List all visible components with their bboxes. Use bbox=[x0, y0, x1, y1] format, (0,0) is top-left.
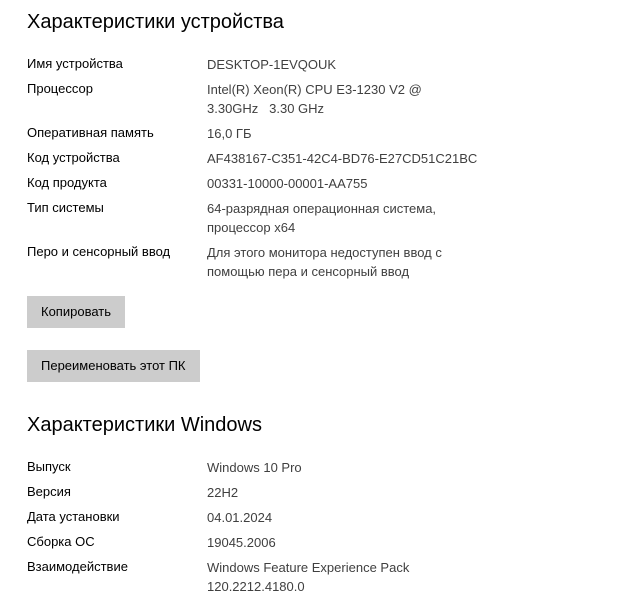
product-id-label: Код продукта bbox=[27, 175, 107, 190]
pen-touch-value: Для этого монитора недоступен ввод с пом… bbox=[207, 243, 507, 281]
device-name-label: Имя устройства bbox=[27, 56, 123, 71]
install-date-value-line: 04.01.2024 bbox=[207, 510, 273, 525]
os-build-value-line: 19045.2006 bbox=[207, 535, 276, 550]
system-type-label: Тип системы bbox=[27, 200, 104, 215]
version-value-line: 22H2 bbox=[207, 485, 239, 500]
ram-value-line: 16,0 ГБ bbox=[207, 126, 252, 141]
experience-value-line-2: 120.2212.4180.0 bbox=[207, 579, 305, 594]
system-type-value: 64-разрядная операционная система, проце… bbox=[207, 199, 507, 237]
rename-pc-button[interactable]: Переименовать этот ПК bbox=[27, 350, 200, 382]
copy-button[interactable]: Копировать bbox=[27, 296, 125, 328]
product-id-value-line: 00331-10000-00001-AA755 bbox=[207, 176, 368, 191]
version-value: 22H2 bbox=[207, 483, 507, 502]
os-build-value: 19045.2006 bbox=[207, 533, 507, 552]
device-specs-title: Характеристики устройства bbox=[27, 11, 284, 33]
processor-value-line-2: 3.30GHz 3.30 GHz bbox=[207, 101, 325, 116]
version-label: Версия bbox=[27, 484, 71, 499]
device-id-value-line: AF438167-C351-42C4-BD76-E27CD51C21BC bbox=[207, 151, 478, 166]
install-date-label: Дата установки bbox=[27, 509, 120, 524]
edition-value: Windows 10 Pro bbox=[207, 458, 507, 477]
edition-value-line: Windows 10 Pro bbox=[207, 460, 302, 475]
pen-touch-label: Перо и сенсорный ввод bbox=[27, 244, 171, 259]
windows-specs-title: Характеристики Windows bbox=[27, 414, 262, 436]
ram-value: 16,0 ГБ bbox=[207, 124, 507, 143]
system-type-value-line-2: процессор x64 bbox=[207, 220, 296, 235]
device-id-label: Код устройства bbox=[27, 150, 120, 165]
processor-value: Intel(R) Xeon(R) CPU E3-1230 V2 @ 3.30GH… bbox=[207, 80, 507, 118]
product-id-value: 00331-10000-00001-AA755 bbox=[207, 174, 507, 193]
device-name-value-line: DESKTOP-1EVQOUK bbox=[207, 57, 337, 72]
device-id-value: AF438167-C351-42C4-BD76-E27CD51C21BC bbox=[207, 149, 507, 168]
device-name-value: DESKTOP-1EVQOUK bbox=[207, 55, 507, 74]
processor-label: Процессор bbox=[27, 81, 93, 96]
edition-label: Выпуск bbox=[27, 459, 71, 474]
experience-value-line-1: Windows Feature Experience Pack bbox=[207, 560, 410, 575]
experience-value: Windows Feature Experience Pack 120.2212… bbox=[207, 558, 507, 596]
experience-label: Взаимодействие bbox=[27, 559, 128, 574]
ram-label: Оперативная память bbox=[27, 125, 154, 140]
processor-value-line-1: Intel(R) Xeon(R) CPU E3-1230 V2 @ bbox=[207, 82, 422, 97]
pen-touch-value-line-2: помощью пера и сенсорный ввод bbox=[207, 264, 410, 279]
pen-touch-value-line-1: Для этого монитора недоступен ввод с bbox=[207, 245, 442, 260]
os-build-label: Сборка ОС bbox=[27, 534, 95, 549]
system-type-value-line-1: 64-разрядная операционная система, bbox=[207, 201, 437, 216]
install-date-value: 04.01.2024 bbox=[207, 508, 507, 527]
settings-about-page: Характеристики устройства Имя устройства… bbox=[0, 0, 617, 609]
